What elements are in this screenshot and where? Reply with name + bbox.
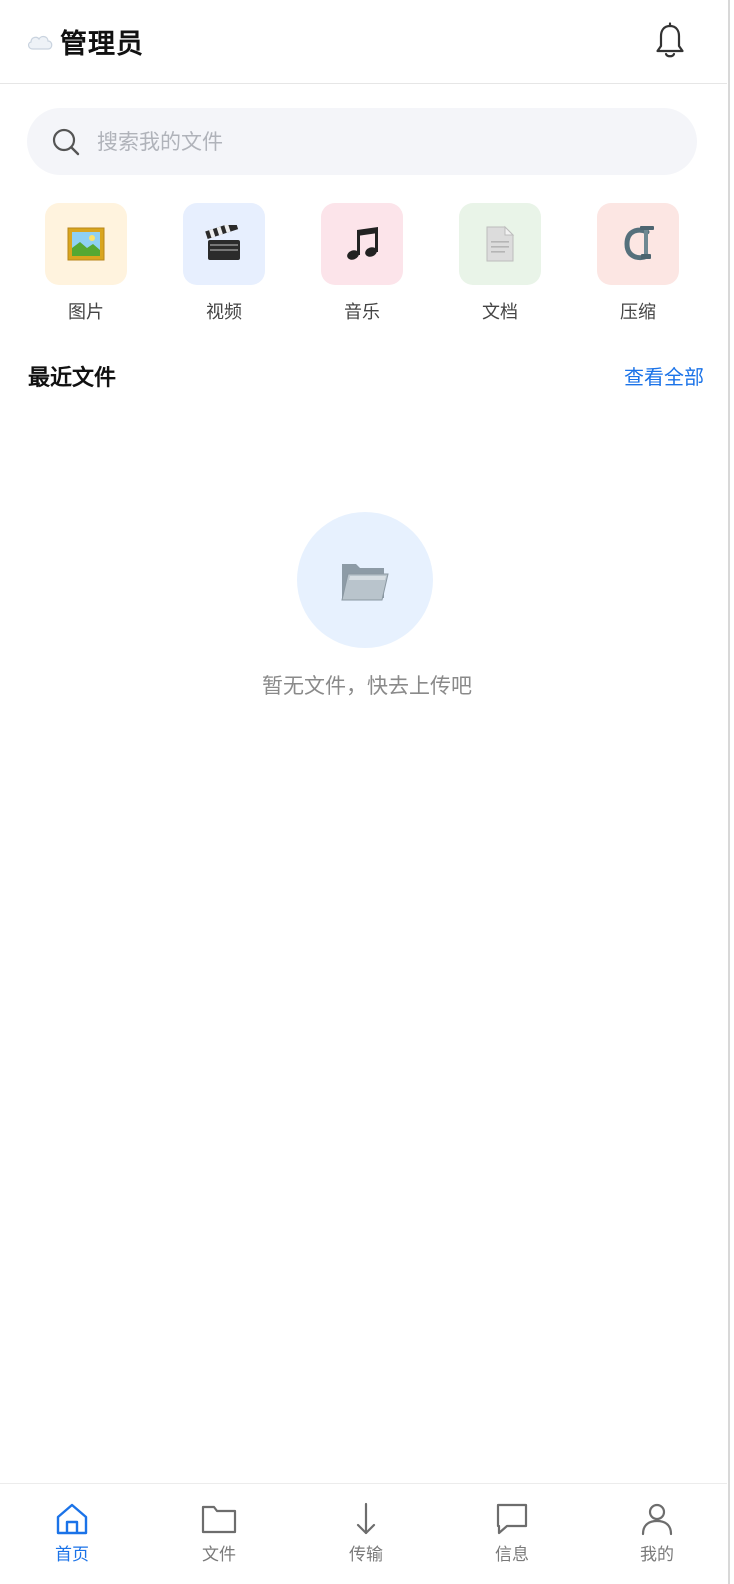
category-tile [183,203,265,285]
page-title: 管理员 [60,29,144,60]
category-label: 文档 [482,302,518,323]
category-tile [597,203,679,285]
app-header: 管理员 [0,0,727,84]
category-documents[interactable]: 文档 [440,203,560,324]
tab-messages[interactable]: 信息 [457,1484,567,1584]
category-shortcuts: 图片 视频 音乐 文档 压缩 [0,203,727,323]
cloud-icon [27,35,53,50]
tab-profile[interactable]: 我的 [602,1484,712,1584]
user-icon [641,1503,673,1536]
download-arrow-icon [356,1502,376,1535]
tab-files[interactable]: 文件 [164,1484,274,1584]
brand: 管理员 [26,22,144,61]
category-label: 图片 [68,302,104,323]
category-archives[interactable]: 压缩 [578,203,698,324]
scroll-edge [728,0,734,1584]
category-tile [459,203,541,285]
message-icon [496,1503,528,1535]
tab-label: 信息 [495,1545,529,1565]
home-icon [56,1503,88,1535]
search-bar[interactable] [27,108,697,175]
search-icon [52,128,80,155]
category-label: 压缩 [620,302,656,323]
open-folder-icon [341,564,389,601]
home-screen: 管理员 图片 [0,0,734,1584]
music-note-icon [347,227,378,260]
clamp-icon [624,226,654,261]
tab-home[interactable]: 首页 [17,1484,127,1584]
picture-icon [67,227,105,261]
tab-label: 文件 [202,1545,236,1565]
tab-transfer[interactable]: 传输 [311,1484,421,1584]
empty-state-text: 暂无文件，快去上传吧 [262,674,472,698]
tab-label: 首页 [55,1545,89,1565]
category-images[interactable]: 图片 [26,203,146,324]
category-tile [45,203,127,285]
clapper-icon [205,225,240,260]
section-title: 最近文件 [28,366,117,391]
document-icon [486,225,515,262]
view-all-link[interactable]: 查看全部 [624,361,704,390]
empty-state-illustration [297,512,433,648]
category-label: 音乐 [344,302,380,323]
tab-label: 传输 [349,1545,383,1565]
search-input[interactable] [97,129,657,154]
category-music[interactable]: 音乐 [302,203,422,324]
tab-label: 我的 [640,1545,674,1565]
category-label: 视频 [206,302,242,323]
category-videos[interactable]: 视频 [164,203,284,324]
category-tile [321,203,403,285]
bell-icon[interactable] [654,22,686,60]
bottom-tab-bar: 首页 文件 传输 信息 我的 [0,1483,727,1584]
folder-icon [201,1505,237,1534]
